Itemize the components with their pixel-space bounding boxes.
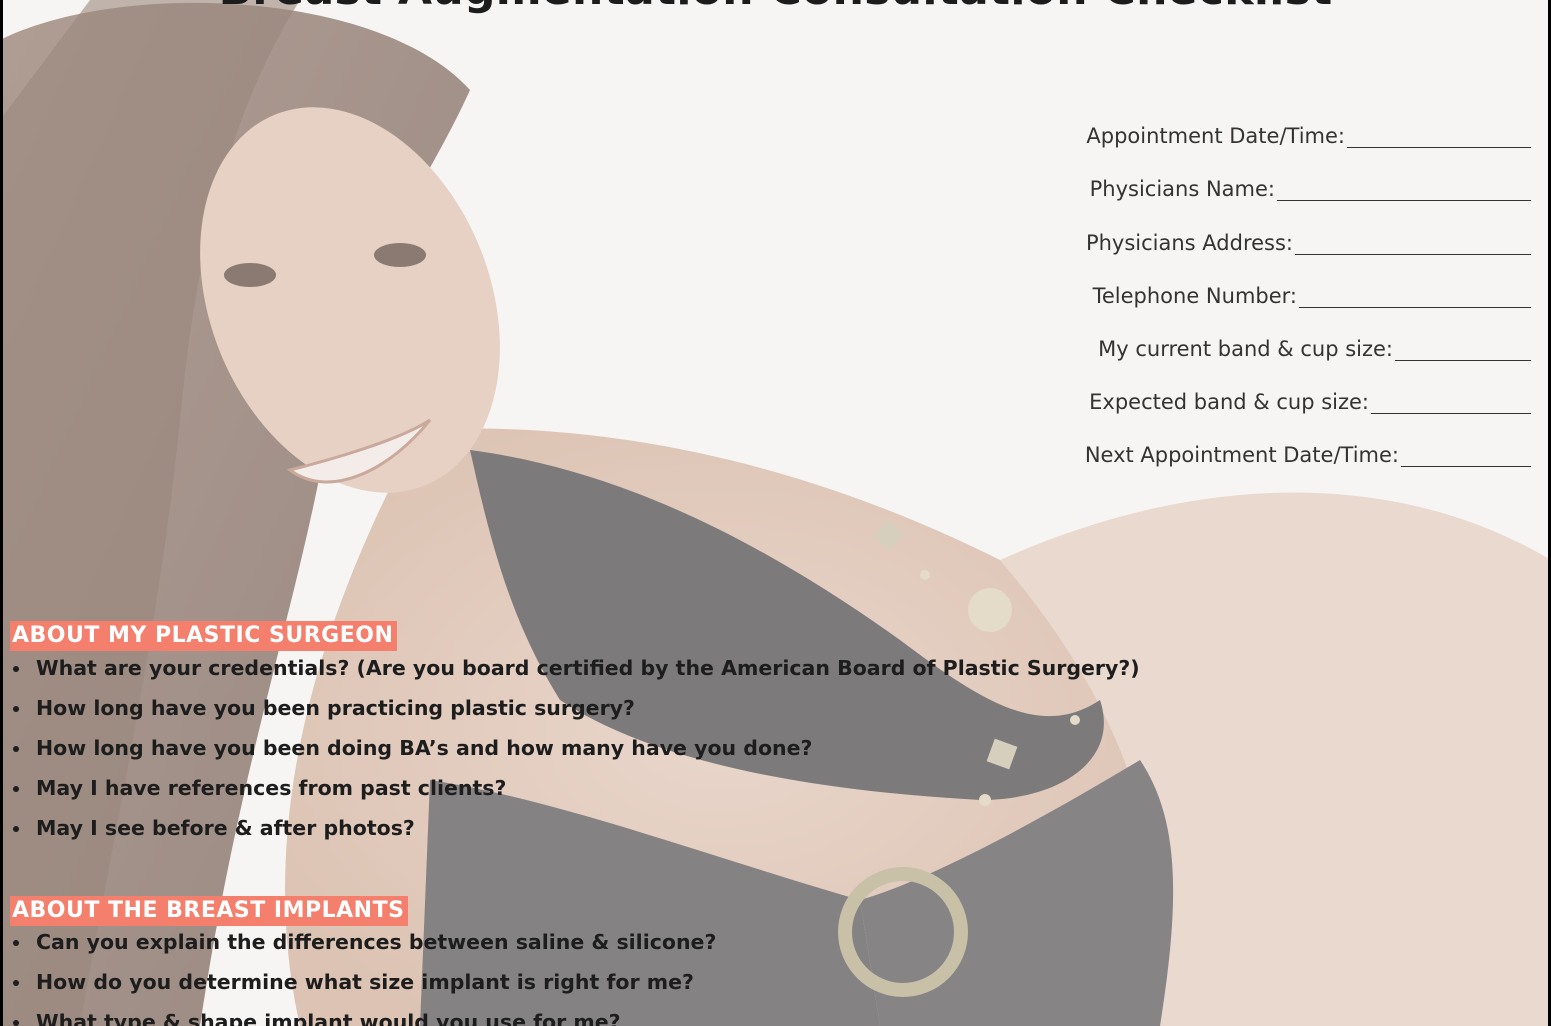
list-item: How do you determine what size implant i… (10, 962, 716, 1002)
document-title: Breast Augmentation Consultation Checkli… (0, 0, 1551, 15)
bullet-icon (13, 706, 19, 712)
list-item: How long have you been practicing plasti… (10, 688, 1140, 728)
bullet-icon (13, 1020, 19, 1026)
checklist-page: Breast Augmentation Consultation Checkli… (0, 0, 1551, 1026)
form-row-physician-address: Physicians Address: (1071, 201, 1531, 255)
form-row-telephone: Telephone Number: (1071, 255, 1531, 308)
bullet-icon (13, 980, 19, 986)
list-item: What type & shape implant would you use … (10, 1002, 716, 1026)
bullet-icon (13, 786, 19, 792)
physician-address-field[interactable] (1295, 232, 1531, 255)
section-heading-surgeon: ABOUT MY PLASTIC SURGEON (10, 621, 398, 651)
appointment-date-field[interactable] (1347, 125, 1531, 149)
implant-questions-list: Can you explain the differences between … (10, 922, 716, 1026)
form-row-physician-name: Physicians Name: (1071, 148, 1531, 202)
question-text: May I see before & after photos? (36, 816, 415, 840)
form-row-expected-size: Expected band & cup size: (1071, 361, 1531, 415)
question-text: How long have you been practicing plasti… (36, 696, 635, 720)
form-label: Next Appointment Date/Time: (1084, 443, 1399, 468)
consultation-form: Appointment Date/Time: Physicians Name: … (1071, 95, 1531, 468)
form-label: Expected band & cup size: (1089, 390, 1369, 415)
question-text: May I have references from past clients? (36, 776, 507, 800)
form-label: My current band & cup size: (1098, 336, 1393, 361)
bullet-icon (13, 746, 19, 752)
question-text: How long have you been doing BA’s and ho… (36, 736, 813, 760)
question-text: How do you determine what size implant i… (36, 970, 694, 994)
list-item: Can you explain the differences between … (10, 922, 716, 962)
form-row-appointment: Appointment Date/Time: (1071, 95, 1531, 149)
telephone-field[interactable] (1299, 285, 1531, 308)
form-row-next-appointment: Next Appointment Date/Time: (1071, 414, 1531, 468)
current-size-field[interactable] (1395, 338, 1531, 361)
list-item: May I have references from past clients? (10, 768, 1140, 808)
expected-size-field[interactable] (1371, 391, 1531, 415)
question-text: Can you explain the differences between … (36, 930, 717, 954)
bullet-icon (13, 940, 19, 946)
next-appointment-field[interactable] (1401, 444, 1531, 468)
list-item: How long have you been doing BA’s and ho… (10, 728, 1140, 768)
question-text: What type & shape implant would you use … (36, 1010, 621, 1026)
form-label: Physicians Address: (1085, 230, 1293, 255)
form-row-current-size: My current band & cup size: (1071, 308, 1531, 361)
form-label: Physicians Name: (1089, 177, 1275, 202)
list-item: What are your credentials? (Are you boar… (10, 648, 1140, 688)
list-item: May I see before & after photos? (10, 808, 1140, 848)
form-label: Appointment Date/Time: (1086, 124, 1345, 149)
form-label: Telephone Number: (1092, 283, 1297, 308)
bullet-icon (13, 666, 19, 672)
bullet-icon (13, 826, 19, 832)
question-text: What are your credentials? (Are you boar… (36, 656, 1140, 680)
physician-name-field[interactable] (1277, 178, 1531, 202)
surgeon-questions-list: What are your credentials? (Are you boar… (10, 648, 1140, 848)
